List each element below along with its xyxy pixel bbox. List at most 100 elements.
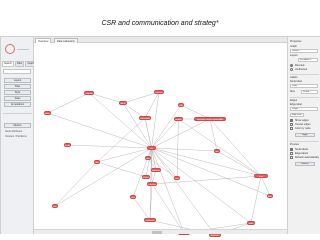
graph-node[interactable]: governance <box>52 204 58 208</box>
graph-edge <box>151 104 182 149</box>
graph-edges <box>47 91 271 229</box>
graph-node[interactable]: ethics <box>44 111 51 115</box>
edge-labels-checkbox[interactable] <box>290 152 293 155</box>
graph-node[interactable]: csr <box>147 146 156 150</box>
graph-node[interactable]: reporting <box>147 182 157 186</box>
edge-label-field-label: Edge label <box>290 103 302 106</box>
graph-field-label: Graph <box>290 45 297 48</box>
sidebar-button-filter[interactable]: Filter <box>4 84 31 89</box>
edge-label-input[interactable]: Weight <box>290 107 318 111</box>
undirected-radio-label: Undirected <box>295 68 308 71</box>
graph-edge <box>151 91 160 149</box>
auto-refresh-checkbox[interactable] <box>290 156 293 159</box>
graph-edge <box>96 161 147 178</box>
sidebar-button-style[interactable]: Style <box>4 90 31 95</box>
graph-edge <box>209 118 262 177</box>
graph-node[interactable]: branding <box>64 143 71 147</box>
graph-edge <box>216 150 262 177</box>
graph-edge <box>151 175 262 185</box>
sidebar-link-clusters[interactable]: Clusters / Partitions <box>5 135 27 138</box>
graph-node[interactable]: accountability <box>130 195 136 199</box>
graph-edge <box>176 118 179 179</box>
app-logo-icon <box>5 44 15 54</box>
graph-edge <box>54 147 152 207</box>
graph-node[interactable]: environment <box>174 176 180 180</box>
scrollbar-thumb[interactable] <box>152 231 162 234</box>
sidebar-button-layout[interactable]: Layout <box>4 78 31 83</box>
panel-divider <box>290 97 319 98</box>
color-by-node-checkbox[interactable] <box>290 127 293 130</box>
labels-section-title: Labels <box>290 76 298 79</box>
refresh-button[interactable]: Refresh <box>295 162 315 166</box>
graph-node[interactable]: reputation <box>174 117 183 121</box>
edge-labels-label: Edge labels <box>295 152 309 155</box>
graph-edge <box>96 117 146 163</box>
auto-refresh-label: Refresh automatically <box>295 156 320 159</box>
directed-radio[interactable] <box>290 64 293 67</box>
graph-node[interactable]: consumers <box>214 149 220 153</box>
graph-node[interactable]: trust <box>254 174 268 178</box>
undirected-radio[interactable] <box>290 68 293 71</box>
app-window: Search Filter Graph Layout Filter Style … <box>0 36 320 237</box>
graph-edge <box>96 147 152 163</box>
show-edges-label: Show edges <box>295 119 309 122</box>
graph-name-input[interactable]: Untitled <box>290 49 318 53</box>
graph-edge <box>145 147 152 178</box>
graph-edge <box>122 102 152 149</box>
panel-divider <box>290 74 319 75</box>
graph-edge <box>209 118 218 152</box>
sidebar-tab-filter[interactable]: Filter <box>14 61 25 67</box>
show-edges-checkbox[interactable] <box>290 119 293 122</box>
curved-edges-checkbox[interactable] <box>290 123 293 126</box>
node-label-field-label: Node label <box>290 80 302 83</box>
color-by-node-label: Color by node <box>295 127 311 130</box>
node-label-input[interactable]: Label <box>290 84 318 88</box>
node-labels-checkbox[interactable] <box>290 148 293 151</box>
graph-edge <box>178 118 262 177</box>
graph-edge <box>54 161 98 207</box>
graph-edge <box>47 92 90 114</box>
graph-edge <box>250 175 262 224</box>
layout-field-label: Layout <box>290 54 298 57</box>
panel-divider <box>290 141 319 142</box>
apply-button[interactable]: Apply <box>295 133 315 137</box>
size-label: Size <box>290 90 295 93</box>
sidebar-button-metrics[interactable]: Metrics <box>4 123 31 128</box>
graph-node[interactable]: communication <box>154 90 164 94</box>
graph-node[interactable]: dialogue <box>267 194 273 198</box>
graph-node[interactable]: strategy <box>84 91 94 95</box>
graph-edge <box>122 91 160 104</box>
horizontal-scrollbar[interactable] <box>34 229 287 234</box>
edges-section-title: Edges <box>290 99 298 102</box>
graph-node[interactable]: corporate social responsibility <box>194 117 226 121</box>
left-sidebar: Search Filter Graph Layout Filter Style … <box>1 37 37 234</box>
sidebar-divider <box>3 113 32 114</box>
curved-edges-label: Curved edges <box>295 123 311 126</box>
graph-edge <box>151 118 211 149</box>
graph-node[interactable]: stakeholders <box>119 101 127 105</box>
layout-select[interactable]: ForceAtlas 2 <box>298 58 318 62</box>
graph-node[interactable]: identity <box>94 160 100 164</box>
sidebar-tabs: Search Filter Graph <box>2 61 37 67</box>
sidebar-button-stats[interactable]: Stats <box>4 96 31 101</box>
graph-node[interactable]: marketing <box>144 218 156 222</box>
sidebar-search-input[interactable] <box>3 69 31 74</box>
graph-edge <box>144 91 160 119</box>
graph-node[interactable]: sustainability <box>139 116 151 120</box>
graph-node[interactable]: philanthropy <box>178 103 184 107</box>
sidebar-tab-search[interactable]: Search <box>2 61 14 67</box>
graph-node[interactable]: disclosure <box>142 175 150 179</box>
graph-node[interactable]: media <box>247 221 255 225</box>
graph-node[interactable]: image <box>145 156 151 160</box>
graph-edge <box>151 118 179 149</box>
logo-divider <box>17 49 29 50</box>
graph-edge <box>132 196 151 221</box>
sidebar-button-annotations[interactable]: Annotations <box>4 102 31 107</box>
size-select[interactable]: Scaled <box>301 90 318 94</box>
node-labels-label: Node labels <box>295 148 309 151</box>
edge-mode-select[interactable]: Edge label <box>290 113 304 117</box>
graph-canvas[interactable]: csr communication strategy stakeholders corp… <box>34 43 287 237</box>
graph-node[interactable]: legitimacy <box>151 168 161 172</box>
graph-edge <box>88 92 124 104</box>
sidebar-link-node-attributes[interactable]: Node Attributes <box>5 130 22 133</box>
